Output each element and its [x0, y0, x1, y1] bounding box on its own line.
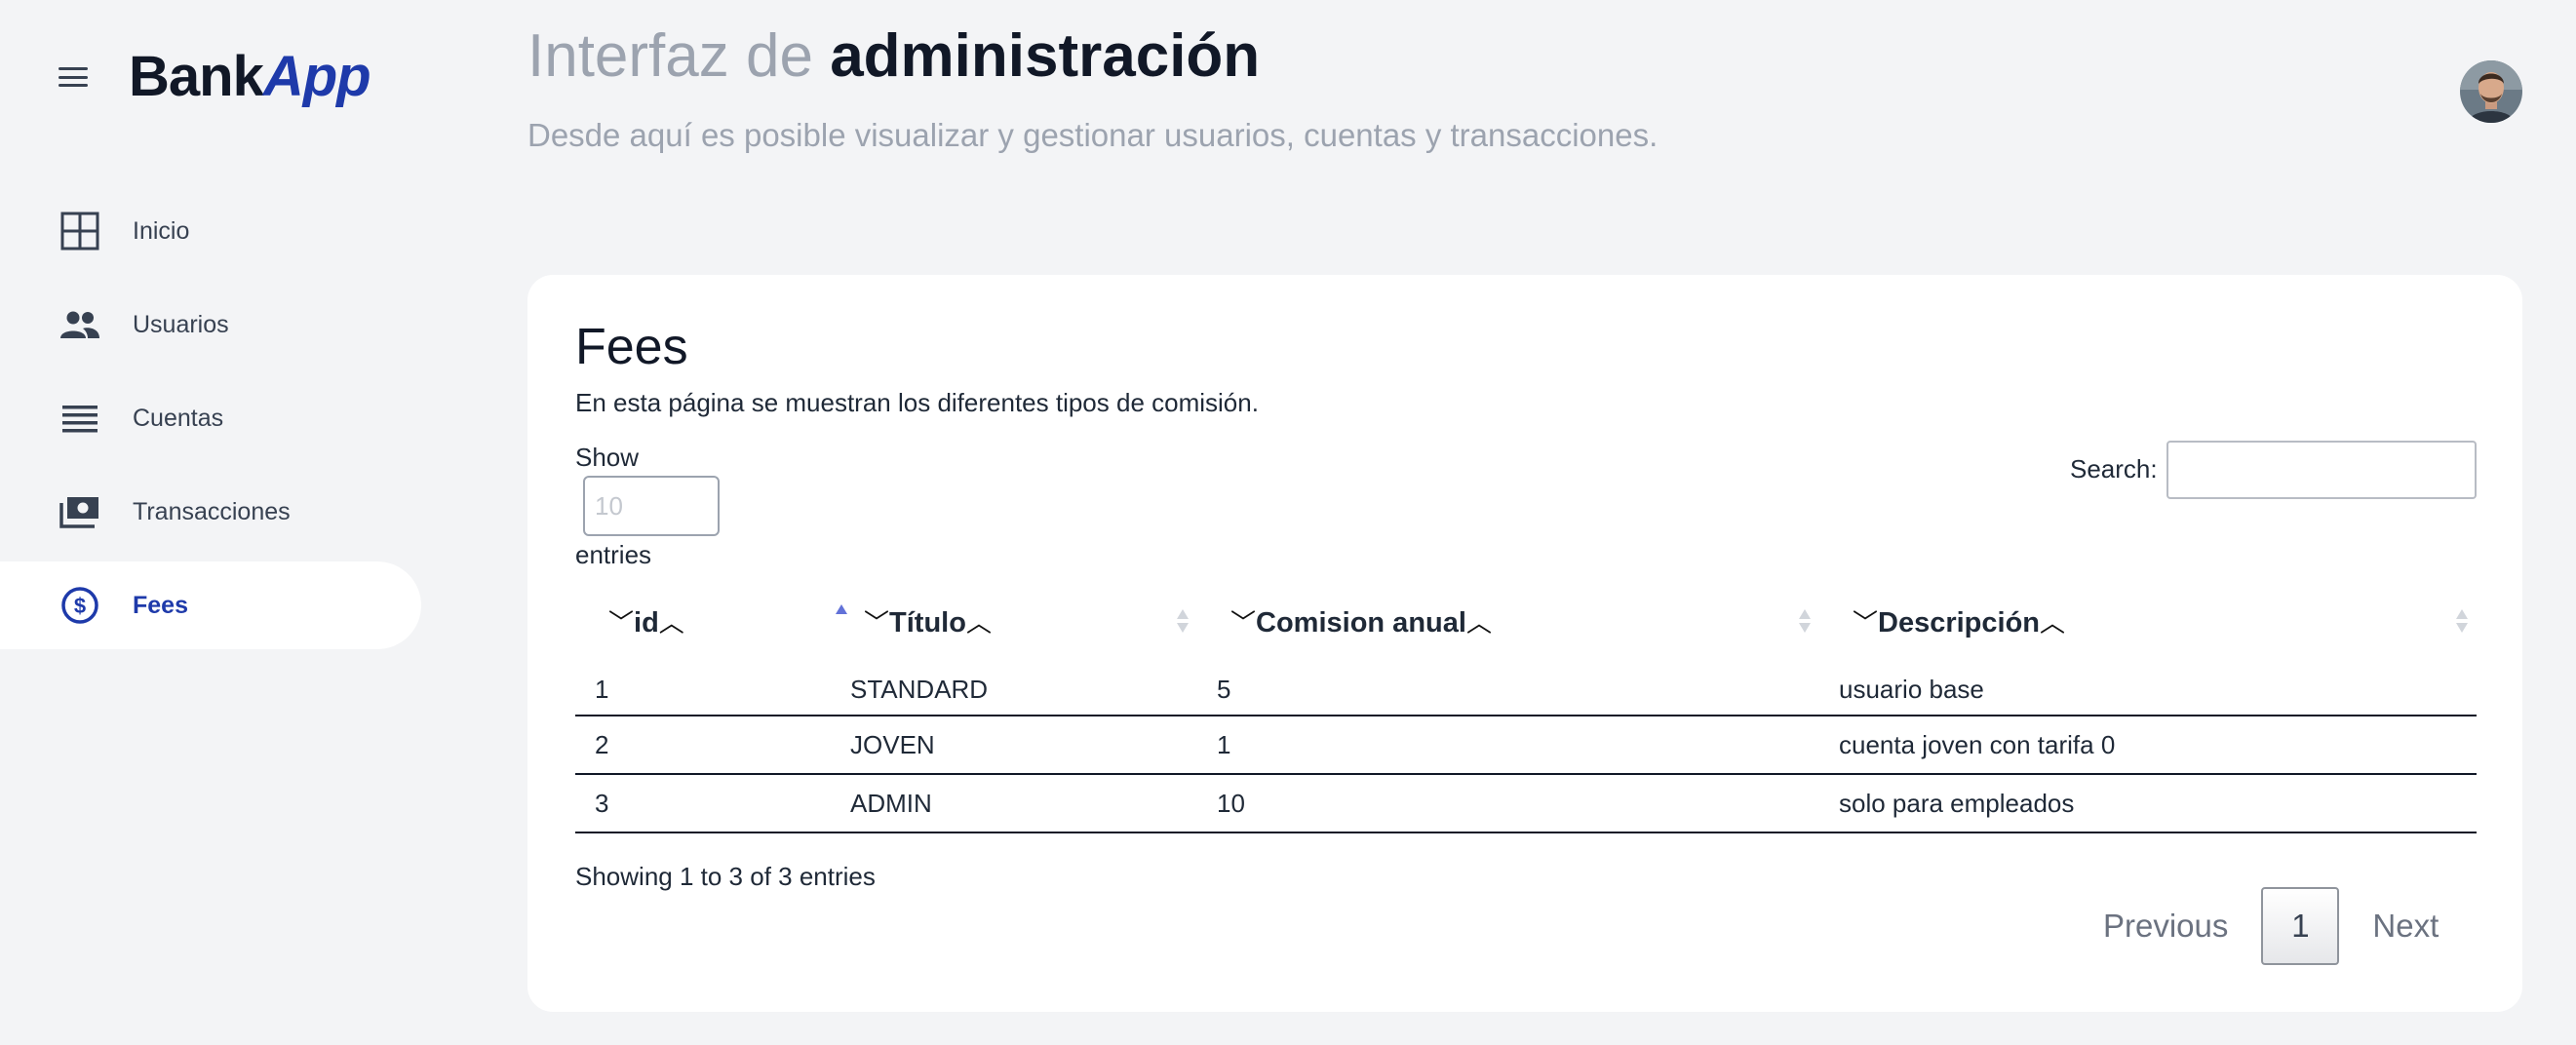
sidebar-item-label: Usuarios [133, 310, 229, 338]
column-header-comision[interactable]: ﹀Comision anual︿ [1197, 585, 1819, 657]
sidebar-item-label: Cuentas [133, 404, 224, 432]
logo[interactable]: BankApp [129, 49, 371, 105]
page-title: Interfaz de administración [527, 22, 1261, 90]
sidebar: BankApp Inicio Usuarios Cuentas Transacc… [0, 0, 429, 1045]
next-button[interactable]: Next [2347, 887, 2464, 965]
cell-id: 1 [575, 657, 831, 716]
pagination: Previous 1 Next [2078, 887, 2464, 965]
page-title-bold: administración [830, 22, 1261, 90]
sidebar-item-label: Inicio [133, 216, 190, 245]
sidebar-item-label: Fees [133, 591, 188, 619]
chevron-down-icon: ﹀ [864, 607, 890, 638]
sidebar-item-label: Transacciones [133, 497, 291, 525]
cash-icon [59, 490, 101, 533]
length-entries-label: entries [575, 540, 652, 569]
fees-table: ﹀id︿ ﹀Título︿ ﹀Comision anual︿ ﹀Descripc… [575, 585, 2477, 833]
table-header-row: ﹀id︿ ﹀Título︿ ﹀Comision anual︿ ﹀Descripc… [575, 585, 2477, 657]
list-icon [59, 397, 101, 440]
avatar[interactable] [2460, 60, 2522, 123]
column-header-label: Comision anual [1256, 606, 1466, 639]
chevron-up-icon: ︿ [1465, 607, 1492, 638]
cell-id: 2 [575, 716, 831, 775]
logo-app: App [262, 45, 371, 108]
cell-id: 3 [575, 774, 831, 833]
chevron-down-icon: ﹀ [1853, 607, 1879, 638]
chevron-up-icon: ︿ [965, 607, 992, 638]
cell-comision: 5 [1197, 657, 1819, 716]
fees-card: Fees En esta página se muestran los dife… [527, 275, 2522, 1012]
cell-titulo: ADMIN [831, 774, 1197, 833]
table-row[interactable]: 2 JOVEN 1 cuenta joven con tarifa 0 [575, 716, 2477, 775]
grid-icon [59, 210, 101, 252]
previous-button[interactable]: Previous [2078, 887, 2253, 965]
sort-icon [1177, 609, 1189, 633]
sidebar-item-fees[interactable]: $ Fees [0, 561, 421, 649]
page-subtitle: Desde aquí es posible visualizar y gesti… [527, 117, 1659, 153]
sort-icon [2456, 609, 2468, 633]
logo-bank: Bank [129, 45, 264, 108]
cell-titulo: JOVEN [831, 716, 1197, 775]
table-info: Showing 1 to 3 of 3 entries [575, 862, 876, 891]
sidebar-item-cuentas[interactable]: Cuentas [0, 374, 421, 462]
column-header-label: Título [889, 606, 966, 639]
length-show-label: Show [575, 443, 640, 472]
search-input[interactable] [2166, 441, 2477, 499]
table-row[interactable]: 1 STANDARD 5 usuario base [575, 657, 2477, 716]
column-header-id[interactable]: ﹀id︿ [575, 585, 847, 657]
card-title: Fees [575, 319, 688, 375]
cell-descripcion: solo para empleados [1819, 774, 2477, 833]
cell-descripcion: usuario base [1819, 657, 2477, 716]
chevron-down-icon: ﹀ [1230, 607, 1257, 638]
cell-comision: 1 [1197, 716, 1819, 775]
svg-text:$: $ [74, 594, 86, 618]
menu-icon[interactable] [57, 63, 90, 91]
card-description: En esta página se muestran los diferente… [575, 388, 1259, 417]
chevron-up-icon: ︿ [2040, 607, 2066, 638]
dollar-circle-icon: $ [59, 584, 101, 627]
cell-comision: 10 [1197, 774, 1819, 833]
column-header-label: Descripción [1878, 606, 2041, 639]
sidebar-item-inicio[interactable]: Inicio [0, 187, 421, 275]
cell-titulo: STANDARD [831, 657, 1197, 716]
column-header-descripcion[interactable]: ﹀Descripción︿ [1819, 585, 2477, 657]
sort-icon [1799, 609, 1811, 633]
sidebar-nav: Inicio Usuarios Cuentas Transacciones $ … [0, 187, 421, 655]
sidebar-item-transacciones[interactable]: Transacciones [0, 468, 421, 556]
column-header-label: id [634, 606, 659, 639]
chevron-up-icon: ︿ [658, 607, 684, 638]
sidebar-item-usuarios[interactable]: Usuarios [0, 281, 421, 368]
search-label: Search: [2070, 454, 2158, 484]
column-header-titulo[interactable]: ﹀Título︿ [831, 585, 1197, 657]
entries-per-page-select[interactable]: 10 [583, 476, 720, 536]
page-title-light: Interfaz de [527, 22, 831, 90]
users-icon [59, 303, 101, 346]
cell-descripcion: cuenta joven con tarifa 0 [1819, 716, 2477, 775]
brand: BankApp [57, 49, 371, 105]
page-1-button[interactable]: 1 [2261, 887, 2340, 965]
chevron-down-icon: ﹀ [608, 607, 635, 638]
table-row[interactable]: 3 ADMIN 10 solo para empleados [575, 774, 2477, 833]
